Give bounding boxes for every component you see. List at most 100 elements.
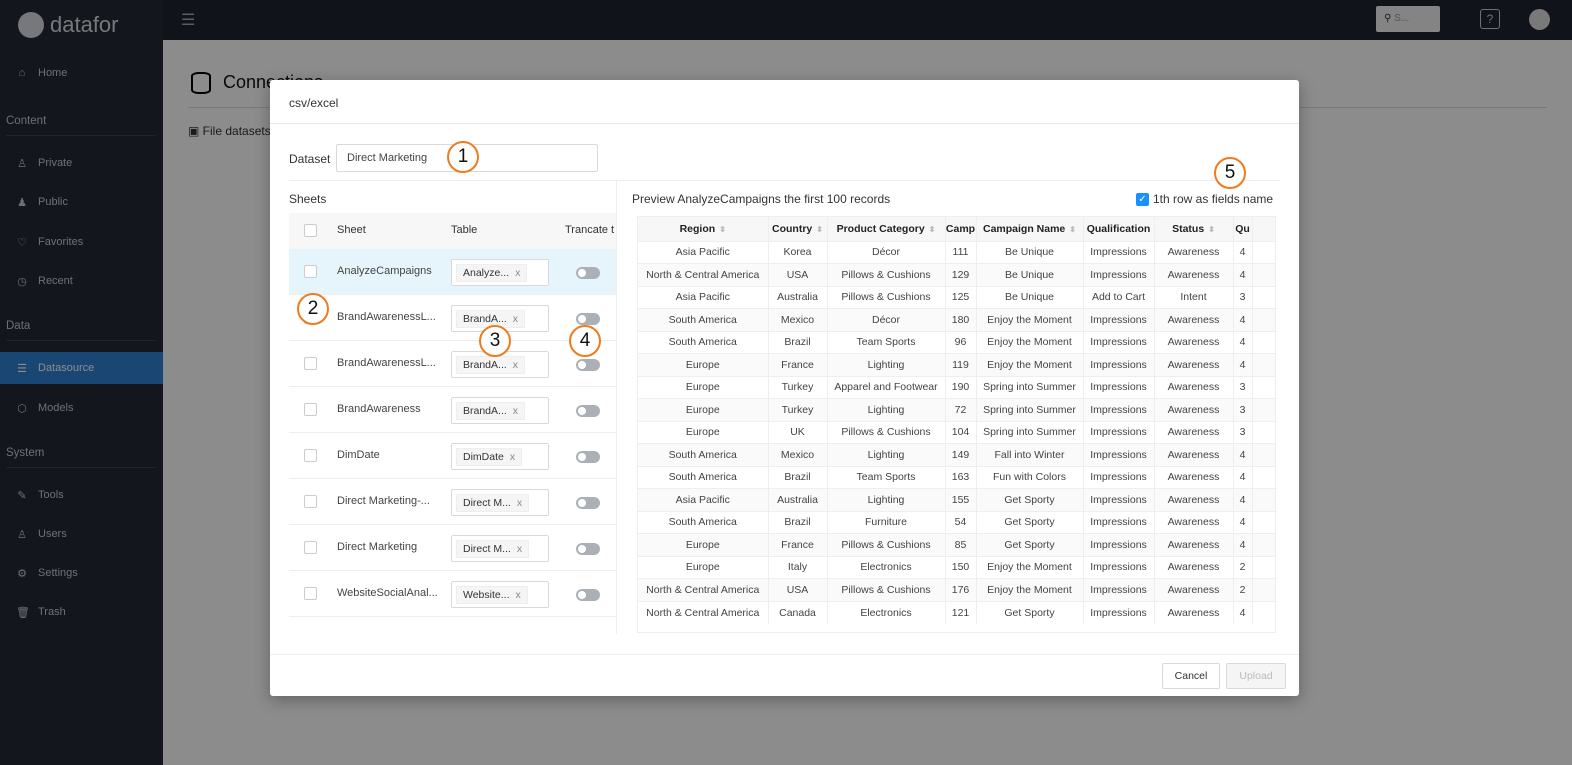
sheet-name: Direct Marketing-... <box>337 495 430 507</box>
remove-tag-icon[interactable]: x <box>517 543 522 555</box>
column-header[interactable]: Country ⬍ <box>768 217 828 241</box>
table-cell: Canada <box>768 600 828 624</box>
table-cell: Lighting <box>827 488 946 511</box>
table-cell: Get Sporty <box>976 533 1084 556</box>
truncate-toggle[interactable] <box>576 543 600 555</box>
table-cell: Spring into Summer <box>976 420 1084 444</box>
sheet-checkbox[interactable] <box>304 449 317 462</box>
sort-icon[interactable]: ⬍ <box>816 225 823 234</box>
table-cell: Europe <box>638 555 769 579</box>
truncate-toggle[interactable] <box>576 589 600 601</box>
sort-icon[interactable]: ⬍ <box>1208 225 1215 234</box>
sheet-checkbox[interactable] <box>304 495 317 508</box>
sort-icon[interactable]: ⬍ <box>929 225 936 234</box>
sheet-row[interactable]: Direct Marketing Direct M... x <box>289 525 616 571</box>
remove-tag-icon[interactable]: x <box>513 313 518 325</box>
table-name-input[interactable]: Analyze... x <box>451 259 549 286</box>
table-cell: 180 <box>945 308 977 331</box>
truncate-toggle[interactable] <box>576 405 600 417</box>
truncate-toggle[interactable] <box>576 313 600 325</box>
sheet-checkbox[interactable] <box>304 541 317 554</box>
table-cell: 4 <box>1233 443 1253 466</box>
table-cell: Add to Cart <box>1083 285 1155 309</box>
table-cell: 4 <box>1233 263 1253 286</box>
table-cell: Awareness <box>1154 353 1234 376</box>
table-cell: 104 <box>945 420 977 444</box>
upload-button[interactable]: Upload <box>1226 663 1286 689</box>
table-cell: 4 <box>1233 240 1253 264</box>
table-cell: Enjoy the Moment <box>976 578 1084 601</box>
table-name-input[interactable]: Website... x <box>451 581 549 608</box>
sheet-row[interactable]: BrandAwareness BrandA... x <box>289 387 616 433</box>
table-row: Europe UK Pillows & Cushions 104 Spring into… <box>638 420 1275 444</box>
sheet-checkbox[interactable] <box>304 587 317 600</box>
select-all-checkbox[interactable] <box>304 224 317 237</box>
table-name-input[interactable]: DimDate x <box>451 443 549 470</box>
table-cell: Impressions <box>1083 308 1155 331</box>
remove-tag-icon[interactable]: x <box>510 451 515 463</box>
sheet-row[interactable]: DimDate DimDate x <box>289 433 616 479</box>
remove-tag-icon[interactable]: x <box>515 267 520 279</box>
table-row: Europe France Pillows & Cushions 85 Get Spor… <box>638 533 1275 556</box>
table-cell: Mexico <box>768 443 828 466</box>
column-header[interactable]: Camp <box>945 217 977 241</box>
sheet-checkbox[interactable] <box>304 403 317 416</box>
remove-tag-icon[interactable]: x <box>516 589 521 601</box>
table-tag: Direct M... x <box>456 540 530 558</box>
table-cell: 2 <box>1233 555 1253 579</box>
sheet-row[interactable]: Direct Marketing-... Direct M... x <box>289 479 616 525</box>
remove-tag-icon[interactable]: x <box>517 497 522 509</box>
table-cell: Impressions <box>1083 488 1155 511</box>
table-tag: BrandA... x <box>456 402 526 420</box>
sheet-row[interactable]: WebsiteSocialAnal... Website... x <box>289 571 616 617</box>
table-cell: 2 <box>1233 578 1253 601</box>
table-row: South America Brazil Team Sports 96 Enjoy th… <box>638 330 1275 354</box>
table-cell: Awareness <box>1154 308 1234 331</box>
sheet-checkbox[interactable] <box>304 265 317 278</box>
table-cell: Europe <box>638 353 769 376</box>
truncate-toggle[interactable] <box>576 267 600 279</box>
first-row-checkbox[interactable]: ✓ <box>1136 193 1149 206</box>
sort-icon[interactable]: ⬍ <box>1069 225 1076 234</box>
table-cell: 111 <box>945 240 977 264</box>
table-row: Europe France Lighting 119 Enjoy the Moment I… <box>638 353 1275 376</box>
table-cell: 85 <box>945 533 977 556</box>
table-name-input[interactable]: BrandA... x <box>451 397 549 424</box>
table-cell: Awareness <box>1154 375 1234 399</box>
column-header[interactable]: Campaign Name ⬍ <box>976 217 1084 241</box>
sheet-row[interactable]: BrandAwarenessL... BrandA... x <box>289 295 616 341</box>
table-cell: USA <box>768 578 828 601</box>
column-header[interactable]: Region ⬍ <box>638 217 769 241</box>
sheet-checkbox[interactable] <box>304 357 317 370</box>
table-cell: Korea <box>768 240 828 264</box>
truncate-toggle[interactable] <box>576 451 600 463</box>
column-header[interactable]: Product Category ⬍ <box>827 217 946 241</box>
remove-tag-icon[interactable]: x <box>513 359 518 371</box>
table-cell: Enjoy the Moment <box>976 555 1084 579</box>
table-cell: Lighting <box>827 398 946 421</box>
column-header[interactable]: Lea <box>1252 217 1275 241</box>
table-cell: Impressions <box>1083 533 1155 556</box>
column-header[interactable]: Qu <box>1233 217 1253 241</box>
column-header[interactable]: Status ⬍ <box>1154 217 1234 241</box>
sheet-name: WebsiteSocialAnal... <box>337 587 438 599</box>
truncate-toggle[interactable] <box>576 497 600 509</box>
column-header[interactable]: Qualification <box>1083 217 1155 241</box>
table-cell: 163 <box>945 465 977 489</box>
cancel-button[interactable]: Cancel <box>1162 663 1220 689</box>
table-cell: Be Unique <box>976 240 1084 264</box>
truncate-toggle[interactable] <box>576 359 600 371</box>
sort-icon[interactable]: ⬍ <box>719 225 726 234</box>
sheet-row[interactable]: AnalyzeCampaigns Analyze... x <box>289 249 616 295</box>
table-cell: Electronics <box>827 555 946 579</box>
table-cell: Europe <box>638 420 769 444</box>
preview-table[interactable]: Region ⬍ Country ⬍ Product Category ⬍ Camp Camp… <box>637 216 1276 633</box>
table-cell: Awareness <box>1154 263 1234 286</box>
table-name-input[interactable]: Direct M... x <box>451 489 549 516</box>
sheet-row[interactable]: BrandAwarenessL... BrandA... x <box>289 341 616 387</box>
table-cell: 3 <box>1233 285 1253 309</box>
table-cell: Team Sports <box>827 330 946 354</box>
remove-tag-icon[interactable]: x <box>513 405 518 417</box>
table-name-input[interactable]: Direct M... x <box>451 535 549 562</box>
dialog-title: csv/excel <box>270 80 1299 124</box>
